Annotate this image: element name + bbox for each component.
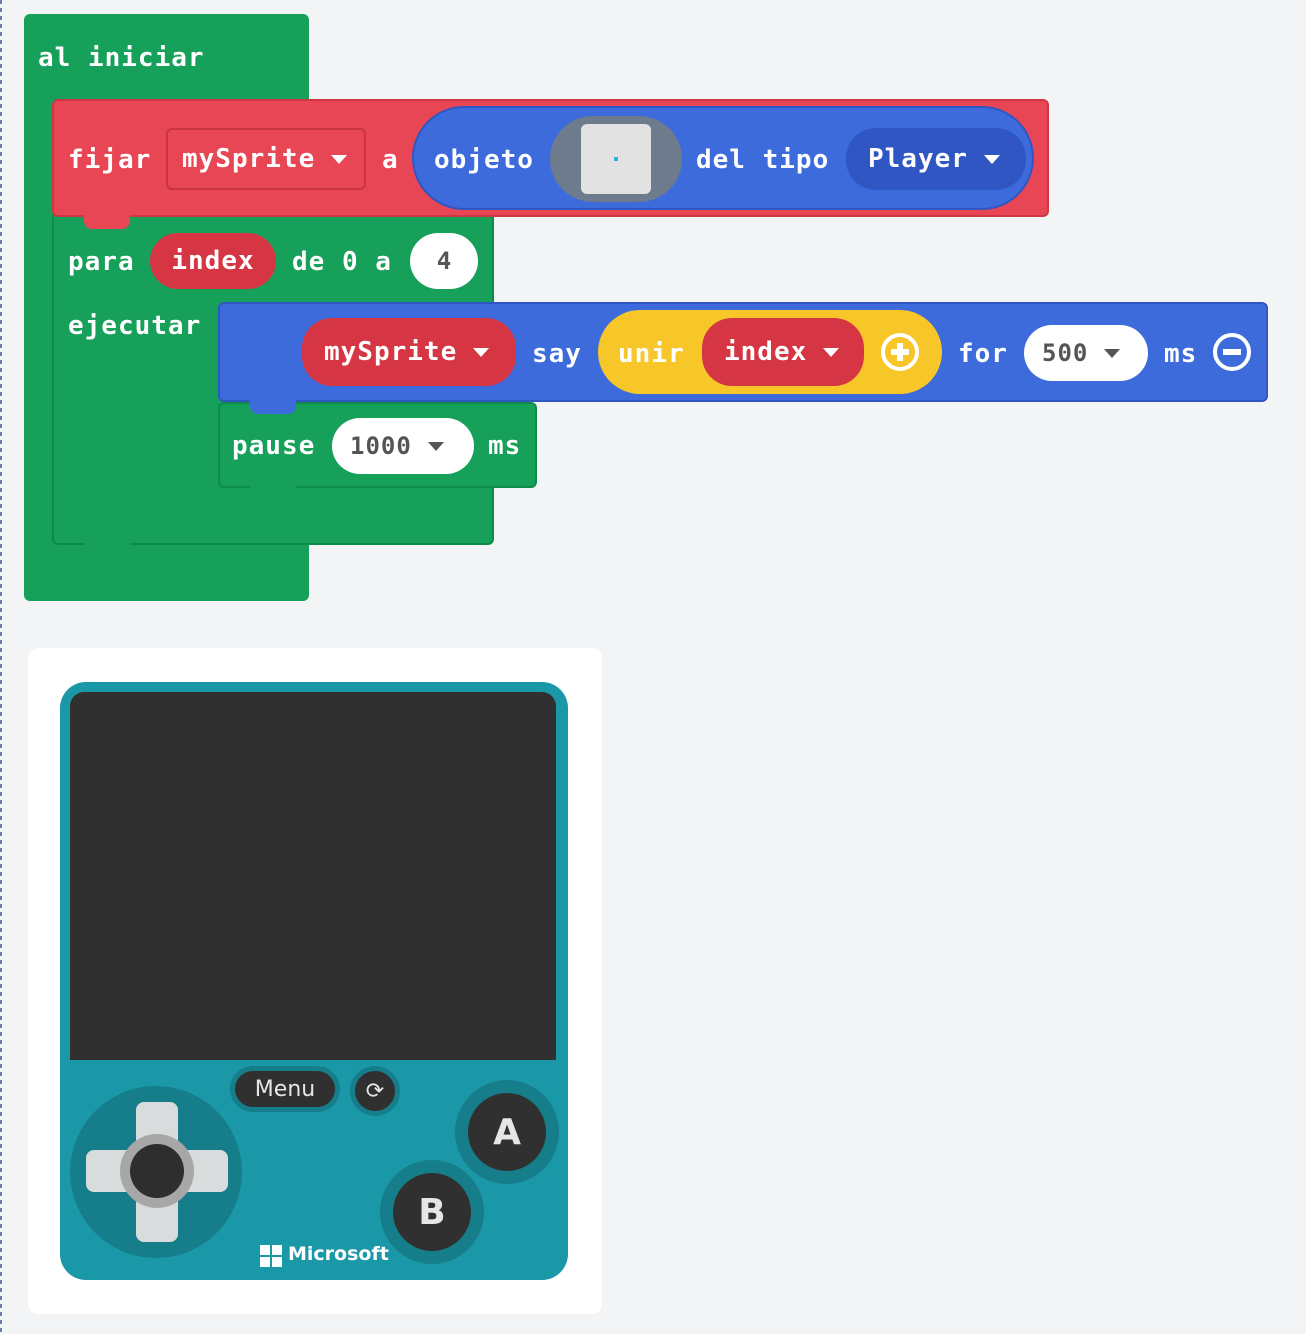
caret-down-icon [473, 347, 490, 357]
say-for-label: for [958, 339, 1008, 369]
set-sprite-bottom-notch [84, 215, 130, 229]
loop-variable-label: index [171, 246, 255, 276]
do-label: ejecutar [68, 311, 202, 341]
b-button-label: B [418, 1191, 446, 1233]
brand-label: Microsoft [288, 1243, 389, 1265]
say-duration-value: 500 [1042, 339, 1089, 367]
say-sprite-dropdown[interactable]: mySprite [302, 318, 516, 386]
sprite-label: objeto [434, 145, 534, 175]
microsoft-logo-icon [260, 1245, 282, 1267]
caret-down-icon [331, 154, 348, 164]
pause-duration-dropdown[interactable]: 1000 [332, 418, 474, 474]
sprite-kind-label: Player [868, 144, 968, 174]
set-label: fijar [68, 145, 152, 175]
on-start-label: al iniciar [38, 43, 205, 73]
workspace-edge [0, 0, 2, 1334]
menu-button-label: Menu [254, 1076, 316, 1102]
join-item-label: index [724, 337, 808, 367]
minus-circle-icon[interactable] [1212, 332, 1252, 372]
to-label: a [382, 145, 399, 175]
b-button[interactable]: B [393, 1173, 471, 1251]
a-button[interactable]: A [468, 1093, 546, 1171]
plus-circle-icon[interactable] [880, 332, 920, 372]
pause-unit-label: ms [488, 431, 522, 461]
say-sprite-label: mySprite [324, 337, 458, 367]
caret-down-icon [427, 441, 444, 451]
menu-button[interactable]: Menu [230, 1066, 340, 1112]
set-variable-label: mySprite [182, 144, 316, 174]
loop-upper-input[interactable]: 4 [410, 233, 478, 289]
say-label: say [532, 339, 582, 369]
sprite-image-thumbnail [581, 124, 651, 194]
say-duration-dropdown[interactable]: 500 [1024, 325, 1148, 381]
refresh-icon: ⟳ [365, 1078, 385, 1104]
say-bottom-notch [250, 400, 296, 414]
pause-bottom-notch [250, 486, 296, 500]
for-label: para [68, 247, 135, 277]
join-label: unir [618, 339, 685, 369]
caret-down-icon [983, 154, 1000, 164]
sprite-kind-dropdown[interactable]: Player [846, 128, 1026, 190]
sprite-image-picker[interactable] [550, 116, 682, 202]
pause-label: pause [232, 431, 316, 461]
reset-button[interactable]: ⟳ [350, 1066, 400, 1116]
loop-upper-value: 4 [436, 247, 452, 275]
set-variable-dropdown[interactable]: mySprite [166, 128, 366, 190]
for-loop-bottom-notch [84, 543, 130, 557]
caret-down-icon [1104, 348, 1121, 358]
kind-label: del tipo [696, 145, 830, 175]
loop-variable-index[interactable]: index [150, 233, 276, 289]
join-item-dropdown[interactable]: index [702, 318, 864, 386]
a-button-label: A [493, 1111, 521, 1153]
range-label: de 0 a [292, 247, 392, 277]
caret-down-icon [823, 347, 840, 357]
dpad-center [130, 1144, 184, 1198]
game-screen[interactable] [70, 692, 556, 1060]
say-unit-label: ms [1164, 339, 1198, 369]
pause-duration-value: 1000 [350, 432, 412, 460]
